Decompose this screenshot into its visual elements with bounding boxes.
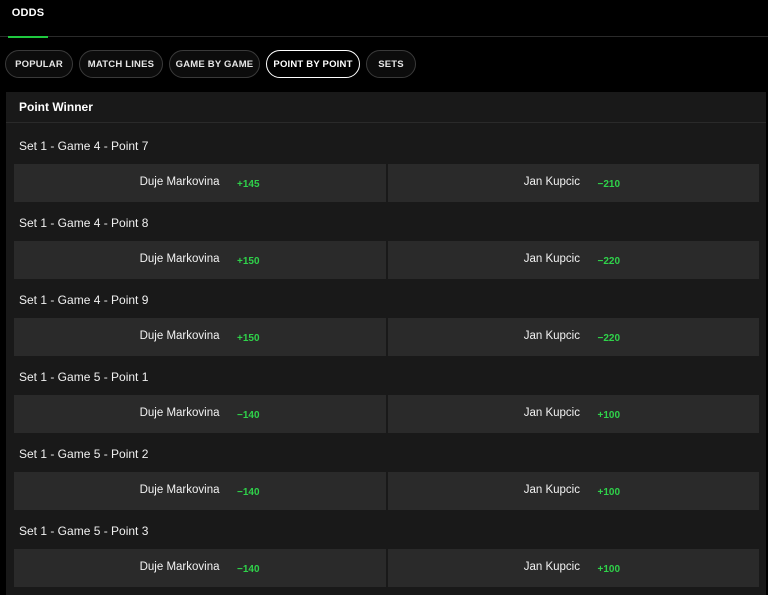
market-title: Set 1 - Game 5 - Point 1 — [19, 370, 149, 384]
odds-price: +100 — [597, 564, 621, 575]
home-odds-button[interactable]: Duje Markovina −140 — [14, 395, 386, 433]
odds-price: −140 — [237, 564, 260, 575]
odds-row: Duje Markovina +150 Jan Kupcic −220 — [14, 241, 759, 279]
away-odds-button[interactable]: Jan Kupcic +100 — [387, 395, 759, 433]
filter-popular[interactable]: POPULAR — [5, 50, 73, 78]
away-odds-button[interactable]: Jan Kupcic −210 — [387, 164, 759, 202]
player-name: Duje Markovina — [139, 330, 220, 342]
market-row: Set 1 - Game 4 - Point 7 Duje Markovina … — [6, 123, 766, 202]
market-row: Set 1 - Game 4 - Point 8 Duje Markovina … — [6, 200, 766, 279]
filter-pills: POPULAR MATCH LINES GAME BY GAME POINT B… — [5, 50, 416, 78]
odds-price: −220 — [597, 333, 621, 344]
market-row: Set 1 - Game 5 - Point 1 Duje Markovina … — [6, 354, 766, 433]
away-odds-button[interactable]: Jan Kupcic −220 — [387, 241, 759, 279]
filter-match-lines[interactable]: MATCH LINES — [79, 50, 163, 78]
odds-price: −140 — [237, 410, 260, 421]
home-odds-button[interactable]: Duje Markovina −140 — [14, 472, 386, 510]
home-odds-button[interactable]: Duje Markovina +150 — [14, 318, 386, 356]
market-row: Set 1 - Game 5 - Point 2 Duje Markovina … — [6, 431, 766, 510]
market-title: Set 1 - Game 4 - Point 8 — [19, 216, 149, 230]
odds-row: Duje Markovina −140 Jan Kupcic +100 — [14, 472, 759, 510]
home-odds-button[interactable]: Duje Markovina +150 — [14, 241, 386, 279]
player-name: Jan Kupcic — [523, 253, 580, 265]
market-title: Set 1 - Game 4 - Point 9 — [19, 293, 149, 307]
player-name: Duje Markovina — [139, 407, 220, 419]
player-name: Duje Markovina — [139, 484, 220, 496]
odds-row: Duje Markovina −140 Jan Kupcic +100 — [14, 549, 759, 587]
odds-price: +150 — [237, 333, 260, 344]
odds-price: −210 — [597, 179, 621, 190]
tab-odds[interactable]: ODDS — [8, 0, 48, 38]
active-tab-indicator — [8, 36, 48, 38]
away-odds-button[interactable]: Jan Kupcic +100 — [387, 549, 759, 587]
player-name: Jan Kupcic — [523, 484, 580, 496]
player-name: Duje Markovina — [139, 176, 220, 188]
odds-price: +100 — [597, 410, 621, 421]
odds-row: Duje Markovina +145 Jan Kupcic −210 — [14, 164, 759, 202]
odds-price: +145 — [237, 179, 260, 190]
home-odds-button[interactable]: Duje Markovina −140 — [14, 549, 386, 587]
away-odds-button[interactable]: Jan Kupcic +100 — [387, 472, 759, 510]
player-name: Duje Markovina — [139, 253, 220, 265]
filter-sets[interactable]: SETS — [366, 50, 416, 78]
odds-row: Duje Markovina +150 Jan Kupcic −220 — [14, 318, 759, 356]
odds-price: −220 — [597, 256, 621, 267]
player-name: Jan Kupcic — [523, 561, 580, 573]
market-title: Set 1 - Game 5 - Point 2 — [19, 447, 149, 461]
panel-title: Point Winner — [6, 92, 766, 123]
away-odds-button[interactable]: Jan Kupcic −220 — [387, 318, 759, 356]
market-title: Set 1 - Game 4 - Point 7 — [19, 139, 149, 153]
filter-game-by-game[interactable]: GAME BY GAME — [169, 50, 260, 78]
player-name: Jan Kupcic — [523, 176, 580, 188]
top-nav: ODDS — [0, 0, 768, 38]
market-row: Set 1 - Game 5 - Point 3 Duje Markovina … — [6, 508, 766, 587]
player-name: Jan Kupcic — [523, 407, 580, 419]
tab-odds-label: ODDS — [11, 6, 45, 19]
player-name: Duje Markovina — [139, 561, 220, 573]
point-winner-panel: Point Winner Set 1 - Game 4 - Point 7 Du… — [6, 92, 766, 595]
player-name: Jan Kupcic — [523, 330, 580, 342]
filter-point-by-point[interactable]: POINT BY POINT — [266, 50, 360, 78]
market-row: Set 1 - Game 4 - Point 9 Duje Markovina … — [6, 277, 766, 356]
odds-price: +150 — [237, 256, 260, 267]
market-title: Set 1 - Game 5 - Point 3 — [19, 524, 149, 538]
odds-row: Duje Markovina −140 Jan Kupcic +100 — [14, 395, 759, 433]
odds-price: −140 — [237, 487, 260, 498]
home-odds-button[interactable]: Duje Markovina +145 — [14, 164, 386, 202]
odds-price: +100 — [597, 487, 621, 498]
